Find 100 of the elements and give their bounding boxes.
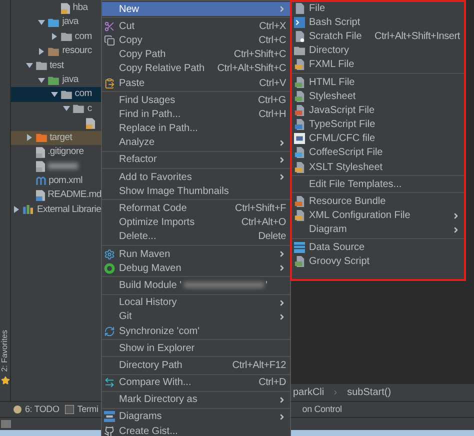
- breadcrumb[interactable]: parkCli: [293, 385, 324, 400]
- menu-item[interactable]: Replace in Path...: [102, 122, 290, 136]
- menu-item[interactable]: TypeScript File: [292, 118, 464, 132]
- tool-tab[interactable]: 6: TODO: [13, 402, 60, 416]
- tree-row[interactable]: resourc: [11, 44, 101, 59]
- tree-row[interactable]: README.md: [11, 188, 101, 202]
- tree-row[interactable]: hba: [11, 1, 101, 16]
- side-tab[interactable]: 2: Favorites: [0, 330, 11, 372]
- menu-item[interactable]: Show Image Thumbnails: [102, 184, 290, 198]
- tree-row[interactable]: pom.xml: [11, 174, 101, 188]
- menu-item[interactable]: Reformat Code Ctrl+Shift+F: [102, 201, 290, 216]
- file-type-icon: [294, 147, 305, 158]
- shortcut-label: Ctrl+Alt+Shift+C: [217, 62, 286, 76]
- tree-label: test: [50, 58, 64, 73]
- panel-toggle-icon[interactable]: [1, 420, 11, 428]
- shortcut-label: Ctrl+Alt+O: [241, 216, 286, 230]
- menu-item[interactable]: FXML File: [292, 58, 464, 72]
- menu-item[interactable]: Directory: [292, 44, 464, 58]
- redacted-mark: [48, 163, 78, 170]
- tree-label: hba: [72, 1, 88, 16]
- library-icon: [23, 205, 34, 214]
- menu-item[interactable]: Debug Maven: [102, 261, 290, 276]
- shortcut-label: Ctrl+V: [259, 76, 286, 91]
- menu-item[interactable]: Cut Ctrl+X: [102, 19, 290, 34]
- menu-item[interactable]: Diagram: [292, 222, 464, 237]
- menu-item[interactable]: Synchronize 'com': [102, 324, 290, 338]
- file-icon: [294, 30, 305, 42]
- clipboard-icon: [104, 78, 115, 89]
- expanded-arrow-icon[interactable]: [26, 62, 33, 70]
- tool-tab[interactable]: on Control: [302, 402, 342, 416]
- star-icon: [0, 376, 10, 385]
- collapsed-arrow-icon[interactable]: [13, 206, 20, 214]
- menu-item[interactable]: XML Configuration File: [292, 208, 464, 223]
- menu-item[interactable]: Find in Path... Ctrl+H: [102, 107, 290, 122]
- breadcrumb[interactable]: subStart(): [347, 385, 392, 400]
- menu-item[interactable]: Refactor: [102, 152, 290, 168]
- menu-item[interactable]: Show in Explorer: [102, 341, 290, 356]
- menu-item[interactable]: New: [102, 2, 290, 16]
- menu-item[interactable]: Bash Script: [292, 15, 464, 30]
- menu-item[interactable]: File: [292, 2, 464, 16]
- collapsed-arrow-icon[interactable]: [26, 134, 33, 142]
- tree-row[interactable]: com: [11, 30, 101, 44]
- expanded-arrow-icon[interactable]: [38, 19, 46, 26]
- expanded-arrow-icon[interactable]: [50, 91, 58, 98]
- menu-item[interactable]: Run Maven: [102, 247, 290, 262]
- menu-item[interactable]: Compare With... Ctrl+D: [102, 376, 290, 390]
- expanded-arrow-icon[interactable]: [63, 105, 70, 112]
- database-icon: [294, 242, 305, 253]
- menu-item[interactable]: Diagrams: [102, 410, 290, 424]
- tree-row[interactable]: java: [11, 72, 101, 88]
- shortcut-label: Ctrl+Alt+F12: [232, 358, 286, 373]
- menu-item[interactable]: Directory Path Ctrl+Alt+F12: [102, 358, 290, 372]
- menu-item[interactable]: Create Gist...: [102, 424, 290, 436]
- folder-icon: [60, 90, 72, 100]
- tree-label: java: [62, 73, 78, 88]
- menu-item[interactable]: Local History: [102, 296, 290, 310]
- tree-label: c: [87, 102, 92, 116]
- menu-item[interactable]: JavaScript File: [292, 103, 464, 118]
- menu-item[interactable]: Mark Directory as: [102, 392, 290, 407]
- tree-row[interactable]: com: [11, 87, 101, 102]
- menu-item[interactable]: Stylesheet: [292, 89, 464, 104]
- tree-row[interactable]: java: [11, 15, 101, 30]
- file-type-icon: [294, 59, 305, 70]
- folder-icon: [36, 133, 47, 142]
- collapsed-arrow-icon[interactable]: [50, 33, 58, 40]
- tree-row[interactable]: c: [11, 102, 101, 116]
- menu-item[interactable]: Scratch File Ctrl+Alt+Shift+Insert: [292, 29, 464, 44]
- file-type-icon: [294, 196, 305, 208]
- shortcut-label: Ctrl+Shift+F: [235, 202, 286, 216]
- tree-label: java: [62, 15, 78, 30]
- tree-label: pom.xml: [48, 174, 82, 188]
- tool-tab[interactable]: Termi: [65, 402, 98, 416]
- menu-item[interactable]: Resource Bundle: [292, 194, 464, 209]
- menu-item[interactable]: Optimize Imports Ctrl+Alt+O: [102, 216, 290, 230]
- menu-item[interactable]: Add to Favorites: [102, 170, 290, 184]
- menu-item[interactable]: Data Source: [292, 240, 464, 254]
- menu-item[interactable]: Copy Ctrl+C: [102, 33, 290, 48]
- tree-label: com: [74, 30, 92, 44]
- expanded-arrow-icon[interactable]: [38, 76, 46, 84]
- menu-item[interactable]: Build Module ' ': [102, 278, 290, 293]
- tree-row[interactable]: .gitignore: [11, 144, 101, 160]
- menu-item[interactable]: Edit File Templates...: [292, 177, 464, 192]
- menu-item[interactable]: HTML File: [292, 74, 464, 90]
- menu-item[interactable]: Git: [102, 310, 290, 324]
- menu-item[interactable]: Delete... Delete: [102, 230, 290, 244]
- tree-row[interactable]: test: [11, 58, 101, 73]
- menu-item[interactable]: Copy Relative Path Ctrl+Alt+Shift+C: [102, 62, 290, 76]
- menu-item[interactable]: Paste Ctrl+V: [102, 76, 290, 90]
- menu-item[interactable]: Find Usages Ctrl+G: [102, 93, 290, 108]
- menu-item[interactable]: Analyze: [102, 136, 290, 150]
- copy-icon: [104, 34, 115, 46]
- menu-item[interactable]: Copy Path Ctrl+Shift+C: [102, 48, 290, 62]
- menu-item[interactable]: CoffeeScript File: [292, 146, 464, 160]
- collapsed-arrow-icon[interactable]: [38, 48, 46, 55]
- tree-row[interactable]: target: [11, 130, 101, 145]
- tree-row[interactable]: External Librarie: [11, 202, 101, 217]
- tree-label: resourc: [62, 44, 92, 58]
- menu-item[interactable]: Groovy Script: [292, 254, 464, 268]
- menu-item[interactable]: CFML/CFC file: [292, 132, 464, 146]
- menu-item[interactable]: XSLT Stylesheet: [292, 160, 464, 174]
